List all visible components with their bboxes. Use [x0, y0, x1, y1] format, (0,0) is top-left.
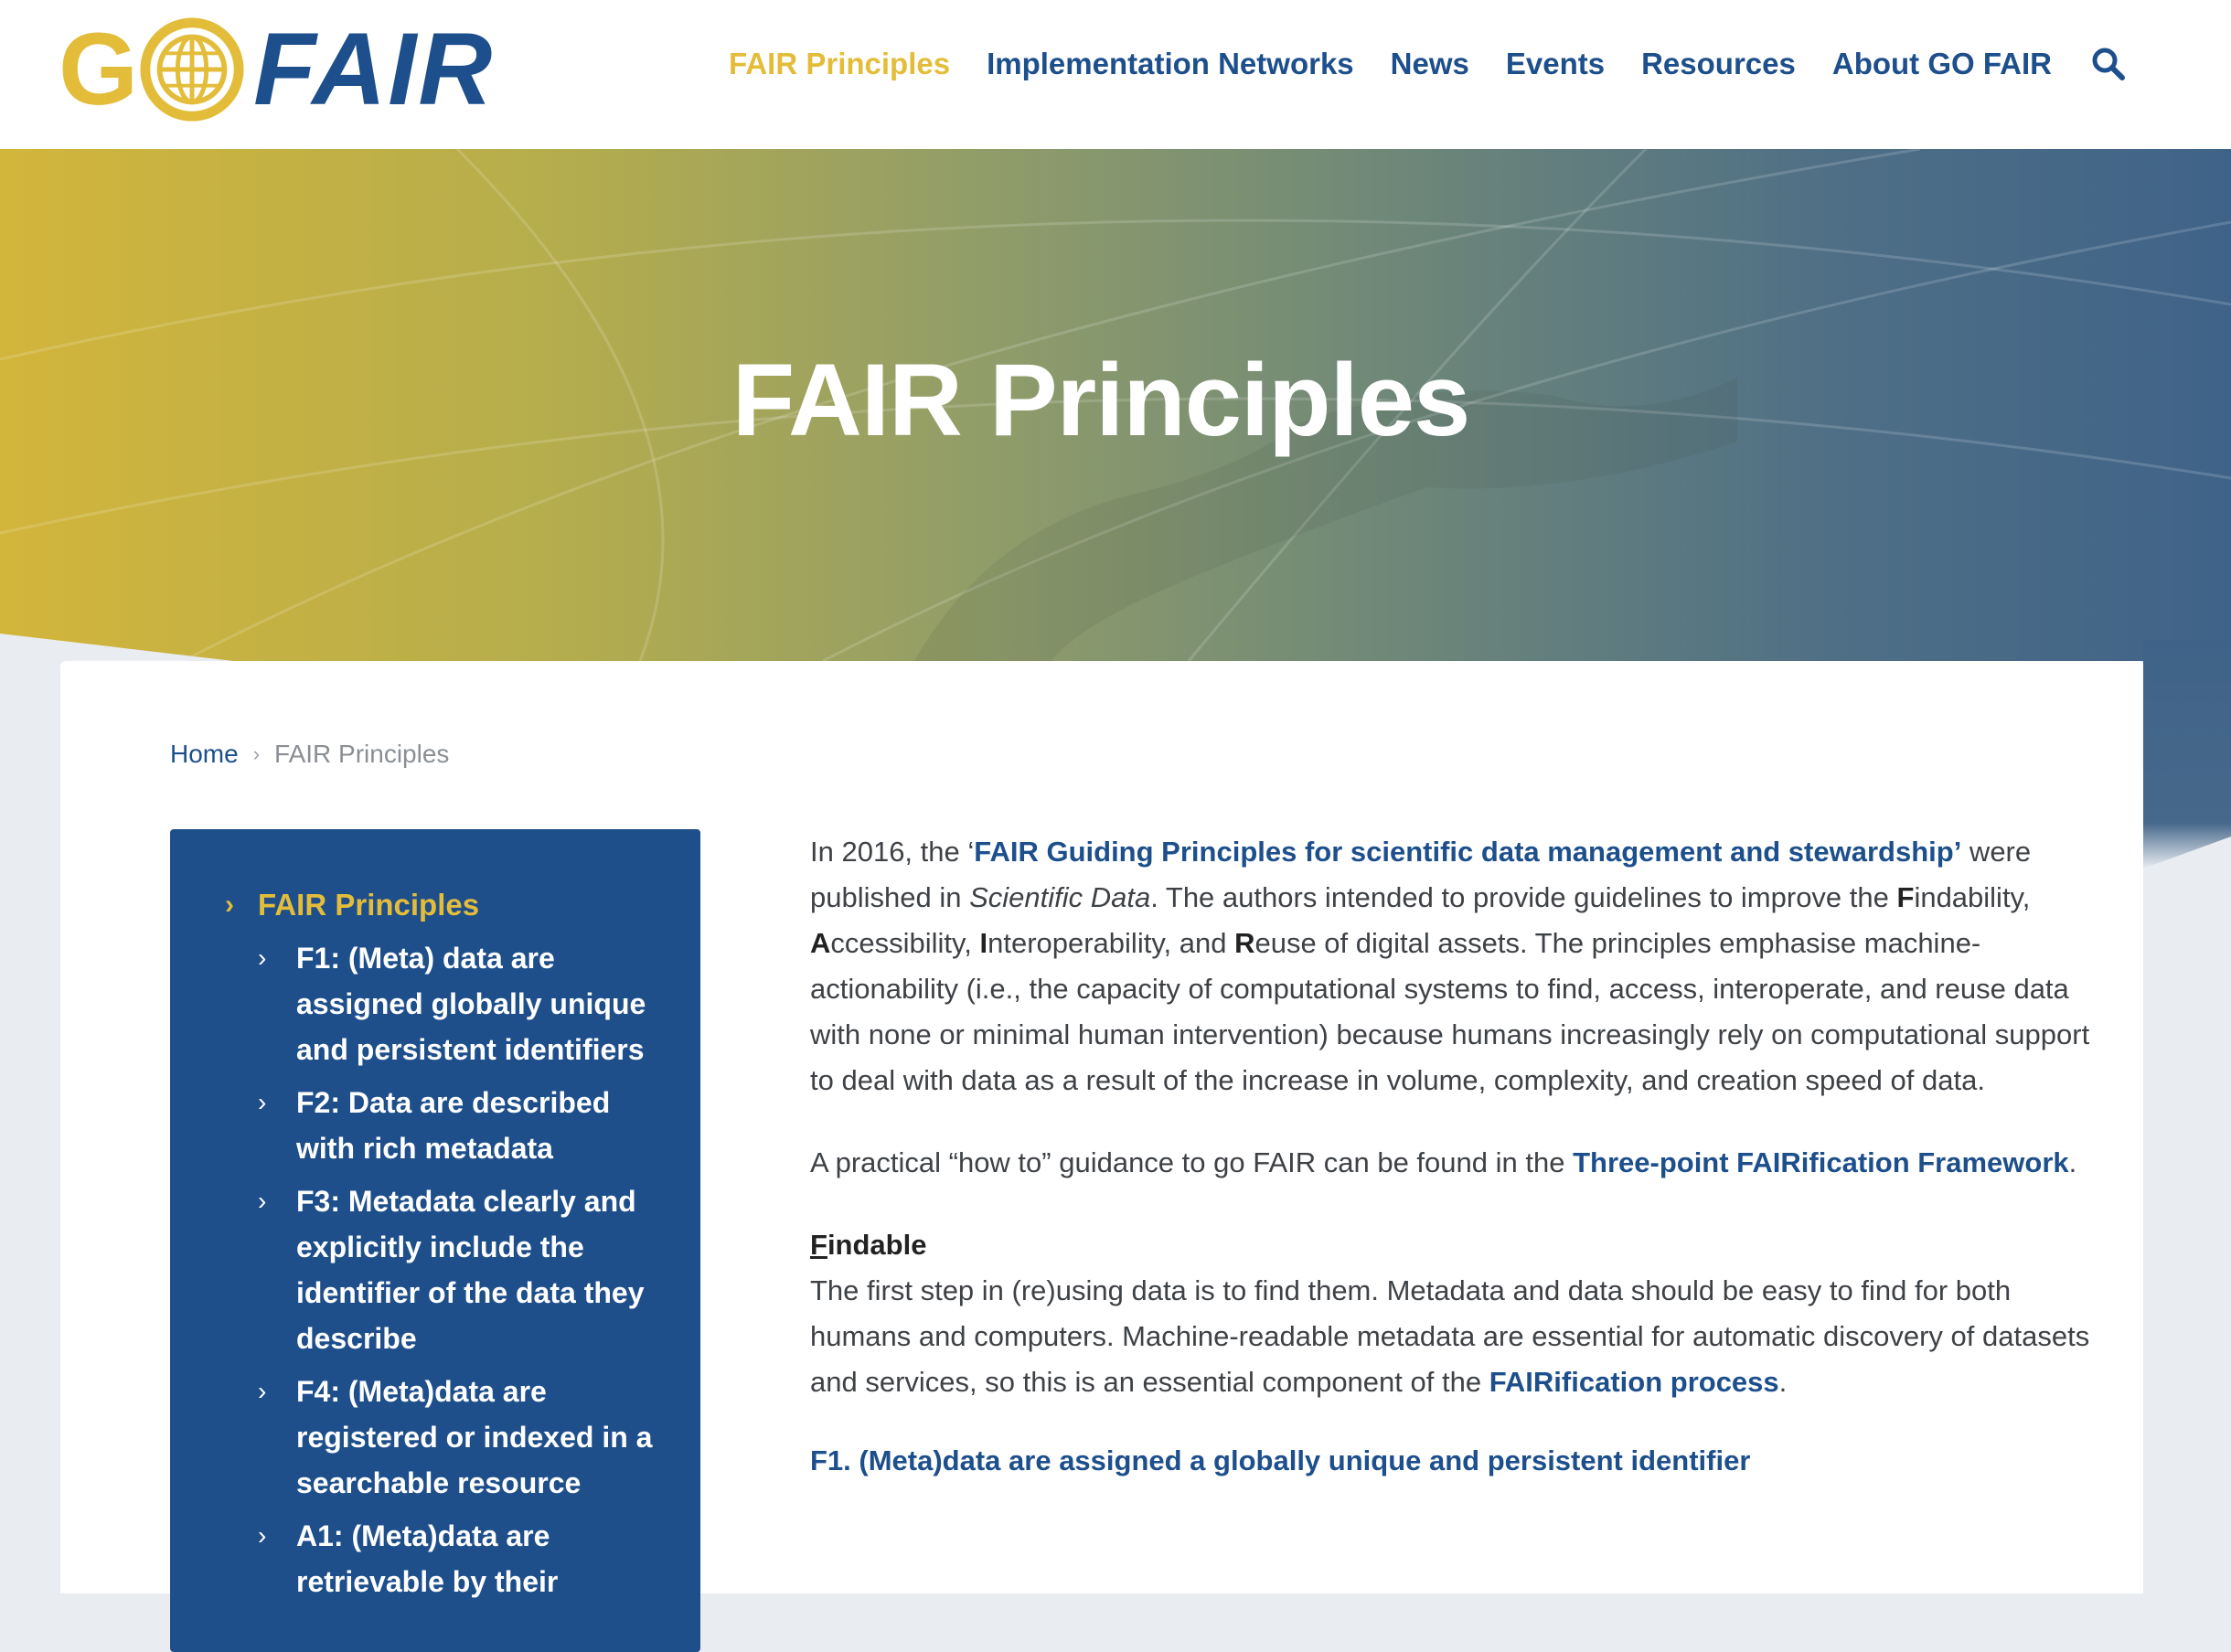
sidebar-item-f3[interactable]: › F3: Metadata clearly and explicitly in…	[258, 1178, 660, 1361]
nav-news[interactable]: News	[1391, 47, 1469, 81]
findable-heading: Findable	[810, 1222, 2090, 1268]
text: A practical “how to” guidance to go FAIR…	[810, 1146, 1574, 1178]
nav-fair-principles[interactable]: FAIR Principles	[729, 47, 950, 81]
text: indable	[827, 1229, 927, 1261]
sidebar-item-label: A1: (Meta)data are retrievable by their	[296, 1519, 559, 1598]
sidebar-nav: › FAIR Principles › F1: (Meta) data are …	[170, 829, 700, 1652]
fairification-process-link[interactable]: FAIRification process	[1489, 1366, 1779, 1398]
hero-banner: FAIR Principles	[0, 149, 2231, 661]
nav-resources[interactable]: Resources	[1641, 47, 1796, 81]
letter-f: F	[1896, 881, 1915, 913]
sidebar-item-f2[interactable]: › F2: Data are described with rich metad…	[258, 1080, 660, 1171]
nav-events[interactable]: Events	[1506, 47, 1605, 81]
search-icon[interactable]	[2090, 46, 2127, 82]
sidebar-item-fair-principles[interactable]: › FAIR Principles	[225, 888, 479, 922]
sidebar-item-label: FAIR Principles	[258, 888, 480, 922]
breadcrumb-separator: ›	[252, 742, 261, 765]
sidebar-item-f4[interactable]: › F4: (Meta)data are registered or index…	[258, 1369, 660, 1506]
text: In 2016, the ‘	[810, 836, 975, 868]
chevron-right-icon: ›	[258, 1377, 267, 1405]
breadcrumb: Home › FAIR Principles	[170, 740, 449, 769]
letter-i: I	[979, 927, 988, 959]
text: .	[1778, 1366, 1788, 1398]
nav-implementation-networks[interactable]: Implementation Networks	[987, 47, 1354, 81]
logo-fair: FAIR	[253, 12, 495, 126]
sidebar-item-label: F4: (Meta)data are registered or indexed…	[296, 1375, 653, 1499]
chevron-right-icon: ›	[225, 890, 234, 920]
letter-r: R	[1234, 927, 1255, 959]
logo-letter-g: G	[59, 12, 138, 126]
journal-name: Scientific Data	[969, 881, 1151, 913]
fairification-framework-link[interactable]: Three-point FAIRification Framework	[1573, 1146, 2069, 1178]
hero-right-band	[2143, 640, 2231, 869]
sidebar-item-label: F1: (Meta) data are assigned globally un…	[296, 942, 646, 1066]
letter-a: A	[810, 927, 831, 959]
sidebar-item-a1[interactable]: › A1: (Meta)data are retrievable by thei…	[258, 1513, 660, 1604]
chevron-right-icon: ›	[258, 1521, 267, 1550]
findable-paragraph: The first step in (re)using data is to f…	[810, 1268, 2090, 1405]
chevron-right-icon: ›	[258, 1088, 267, 1116]
breadcrumb-home[interactable]: Home	[170, 740, 239, 769]
fair-guiding-principles-link[interactable]: FAIR Guiding Principles for scientific d…	[974, 836, 1961, 868]
chevron-right-icon: ›	[258, 943, 267, 972]
breadcrumb-current: FAIR Principles	[274, 740, 450, 768]
page-title: FAIR Principles	[731, 343, 1471, 457]
globe-icon	[140, 17, 244, 122]
intro-paragraph: In 2016, the ‘FAIR Guiding Principles fo…	[810, 829, 2090, 1103]
sidebar-item-f1[interactable]: › F1: (Meta) data are assigned globally …	[258, 935, 660, 1072]
text: The first step in (re)using data is to f…	[810, 1274, 2090, 1398]
guidance-paragraph: A practical “how to” guidance to go FAIR…	[810, 1140, 2090, 1186]
text: indability,	[1914, 881, 2031, 913]
article-body: In 2016, the ‘FAIR Guiding Principles fo…	[810, 829, 2090, 1484]
site-header: G FAIR FAIR Principles Implementation Ne…	[0, 0, 2231, 149]
logo-go: G	[59, 16, 246, 123]
sidebar-item-label: F3: Metadata clearly and explicitly incl…	[296, 1185, 645, 1355]
go-fair-logo[interactable]: G FAIR	[59, 13, 494, 126]
letter-f: F	[810, 1229, 827, 1261]
nav-about-go-fair[interactable]: About GO FAIR	[1832, 47, 2052, 81]
text: ccessibility,	[830, 927, 980, 959]
text: . The authors intended to provide guidel…	[1150, 881, 1897, 913]
sidebar-item-label: F2: Data are described with rich metadat…	[296, 1086, 611, 1165]
text: nteroperability, and	[987, 927, 1235, 959]
text: .	[2068, 1146, 2077, 1178]
f1-heading-link[interactable]: F1. (Meta)data are assigned a globally u…	[810, 1438, 2090, 1484]
main-nav: FAIR Principles Implementation Networks …	[692, 46, 2127, 82]
content-card: Home › FAIR Principles › FAIR Principles…	[60, 661, 2143, 1652]
sidebar-list: › F1: (Meta) data are assigned globally …	[258, 935, 660, 1612]
chevron-right-icon: ›	[258, 1187, 267, 1215]
